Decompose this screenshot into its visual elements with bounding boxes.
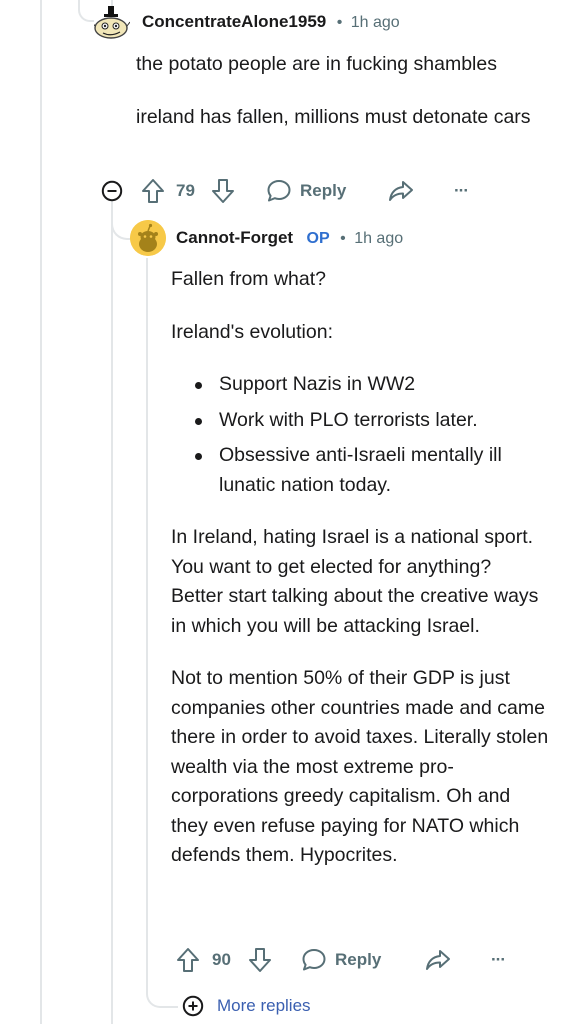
list-item: Work with PLO terrorists later.: [171, 406, 531, 436]
vote-count: 90: [212, 950, 231, 969]
reply-button[interactable]: Reply: [266, 178, 346, 204]
reply-label: Reply: [300, 181, 347, 200]
avatar-concentratealone[interactable]: [91, 4, 131, 40]
comment-author[interactable]: ConcentrateAlone1959: [142, 12, 326, 31]
reply-icon: [301, 947, 327, 973]
bullet-list: Support Nazis in WW2 Work with PLO terro…: [171, 370, 531, 500]
comment-paragraph: Fallen from what?: [171, 268, 326, 290]
more-options-button[interactable]: ···: [491, 950, 506, 970]
downvote-icon[interactable]: [248, 947, 272, 973]
reply-label: Reply: [335, 950, 382, 969]
meta-separator: •: [340, 230, 346, 247]
plus-circle-icon: [182, 995, 204, 1017]
more-replies-link[interactable]: More replies: [182, 995, 311, 1017]
meta-separator: •: [336, 14, 343, 31]
comment-paragraph: In Ireland, hating Israel is a national …: [171, 526, 539, 637]
share-icon[interactable]: [388, 179, 414, 203]
vote-count: 79: [176, 181, 195, 200]
reply-button[interactable]: Reply: [301, 947, 381, 973]
thread-connector-more-curve: [146, 984, 178, 1008]
reply-icon: [266, 178, 292, 204]
comment-paragraph: ireland has fallen, millions must detona…: [136, 105, 531, 128]
comment-author[interactable]: Cannot-Forget: [176, 228, 293, 247]
avatar-cannot-forget[interactable]: [130, 220, 166, 256]
collapse-icon[interactable]: [101, 180, 123, 202]
comment-paragraph: Ireland's evolution:: [171, 320, 333, 343]
comment-timestamp: 1h ago: [354, 230, 404, 247]
downvote-icon[interactable]: [211, 178, 235, 204]
share-icon[interactable]: [425, 948, 451, 972]
upvote-icon[interactable]: [176, 947, 200, 973]
comment-paragraph: Not to mention 50% of their GDP is just …: [171, 667, 549, 866]
more-options-button[interactable]: ···: [454, 181, 469, 201]
more-replies-label: More replies: [217, 996, 311, 1015]
upvote-icon[interactable]: [141, 178, 165, 204]
comment-body: Fallen from what? Ireland's evolution: S…: [171, 265, 551, 871]
list-item: Support Nazis in WW2: [171, 370, 531, 400]
thread-line-outer: [40, 0, 42, 1024]
thread-connector-top-curve: [78, 0, 94, 22]
comment-paragraph: the potato people are in fucking shamble…: [136, 53, 497, 75]
list-item: Obsessive anti-Israeli mentally ill luna…: [171, 441, 531, 500]
thread-line-comment1: [111, 205, 113, 1024]
comment-body: the potato people are in fucking shamble…: [136, 50, 546, 132]
thread-line-comment2: [146, 258, 148, 994]
op-badge: OP: [306, 230, 330, 247]
comment-timestamp: 1h ago: [350, 14, 400, 31]
